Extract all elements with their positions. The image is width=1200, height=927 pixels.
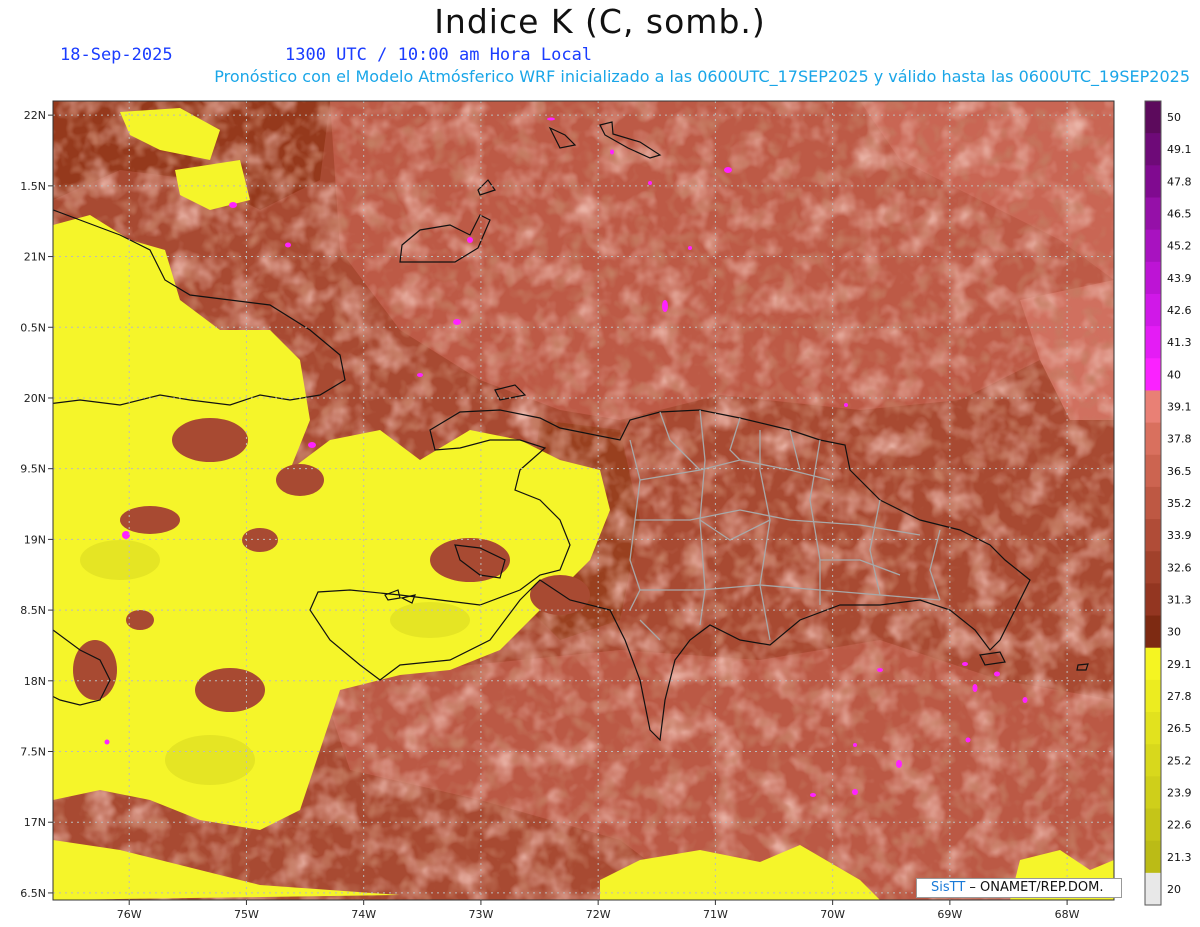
colorbar-swatch: [1145, 583, 1161, 617]
colorbar-swatch: [1145, 422, 1161, 456]
lon-tick-label: 72W: [586, 908, 611, 921]
colorbar-label: 50: [1167, 111, 1181, 124]
colorbar-swatch: [1145, 744, 1161, 777]
colorbar-swatch: [1145, 358, 1161, 391]
colorbar-swatch: [1145, 133, 1161, 166]
lon-tick-label: 71W: [703, 908, 728, 921]
colorbar-swatch: [1145, 261, 1161, 295]
longitude-axis: 76W 75W 74W 73W 72W 71W 70W 69W 68W: [117, 900, 1080, 921]
lat-tick-label: 8.5N: [20, 604, 46, 617]
lat-tick-label: 18N: [24, 675, 46, 688]
colorbar-swatch: [1145, 551, 1161, 584]
latitude-axis: 22N 1.5N 21N 0.5N 20N 9.5N 19N 8.5N 18N 7.5N 17N 6.…: [20, 109, 53, 900]
lon-tick-label: 74W: [351, 908, 376, 921]
lat-tick-label: 0.5N: [20, 321, 46, 334]
colorbar-swatch: [1145, 293, 1161, 327]
colorbar-swatch: [1145, 679, 1161, 713]
lat-tick-label: 19N: [24, 533, 46, 546]
credit-text: – ONAMET/REP.DOM.: [965, 880, 1104, 895]
colorbar-label: 23.9: [1167, 786, 1192, 799]
colorbar-swatch: [1145, 872, 1161, 906]
colorbar-swatch: [1145, 454, 1161, 488]
lon-tick-label: 68W: [1055, 908, 1080, 921]
colorbar-label: 31.3: [1167, 593, 1192, 606]
colorbar-label: 26.5: [1167, 722, 1192, 735]
lat-tick-label: 22N: [24, 109, 46, 122]
colorbar-label: 32.6: [1167, 561, 1192, 574]
colorbar-label: 39.1: [1167, 401, 1192, 414]
colorbar-label: 37.8: [1167, 433, 1192, 446]
colorbar-swatch: [1145, 840, 1161, 874]
colorbar-swatch: [1145, 229, 1161, 263]
colorbar-label: 46.5: [1167, 208, 1192, 221]
colorbar-label: 27.8: [1167, 690, 1192, 703]
lon-tick-label: 70W: [820, 908, 845, 921]
lat-tick-label: 20N: [24, 392, 46, 405]
colorbar-swatch: [1145, 647, 1161, 681]
lat-tick-label: 9.5N: [20, 463, 46, 476]
colorbar-label: 21.3: [1167, 851, 1192, 864]
k-index-field: [53, 101, 1114, 900]
credit-box: SisTT – ONAMET/REP.DOM.: [916, 878, 1122, 898]
colorbar-swatch: [1145, 808, 1161, 842]
colorbar-swatch: [1145, 326, 1161, 359]
lat-tick-label: 17N: [24, 816, 46, 829]
colorbar-label: 41.3: [1167, 336, 1192, 349]
lon-tick-label: 73W: [468, 908, 493, 921]
colorbar-swatch: [1145, 486, 1161, 520]
lon-tick-label: 75W: [234, 908, 259, 921]
lat-tick-label: 21N: [24, 251, 46, 264]
colorbar-label: 25.2: [1167, 754, 1192, 767]
colorbar-swatch: [1145, 165, 1161, 198]
lon-tick-label: 69W: [937, 908, 962, 921]
colorbar-label: 36.5: [1167, 465, 1192, 478]
colorbar-label: 43.9: [1167, 272, 1192, 285]
colorbar-label: 49.1: [1167, 143, 1192, 156]
colorbar-swatch: [1145, 776, 1161, 810]
colorbar-label: 30: [1167, 626, 1181, 639]
colorbar-swatch: [1145, 197, 1161, 231]
credit-brand: SisTT: [931, 880, 966, 895]
colorbar-label: 33.9: [1167, 529, 1192, 542]
map-figure: 22N 1.5N 21N 0.5N 20N 9.5N 19N 8.5N 18N 7.5N 17N 6.…: [20, 100, 1192, 921]
colorbar-label: 45.2: [1167, 240, 1192, 253]
lat-tick-label: 6.5N: [20, 887, 46, 900]
colorbar-label: 42.6: [1167, 304, 1192, 317]
colorbar-label: 22.6: [1167, 819, 1192, 832]
lat-tick-label: 1.5N: [20, 180, 46, 193]
colorbar-swatch: [1145, 519, 1161, 552]
colorbar-swatch: [1145, 615, 1161, 649]
colorbar: 50 49.1 47.8 46.5 45.2 43.9 42.6 41.3 40 39.1 37.8…: [1144, 100, 1192, 906]
lat-tick-label: 7.5N: [20, 746, 46, 759]
colorbar-swatch: [1145, 101, 1161, 134]
colorbar-swatch: [1145, 390, 1161, 424]
colorbar-label: 29.1: [1167, 658, 1192, 671]
lon-tick-label: 76W: [117, 908, 142, 921]
colorbar-swatch: [1145, 712, 1161, 745]
colorbar-label: 47.8: [1167, 175, 1192, 188]
colorbar-label: 40: [1167, 368, 1181, 381]
colorbar-label: 20: [1167, 883, 1181, 896]
colorbar-label: 35.2: [1167, 497, 1192, 510]
